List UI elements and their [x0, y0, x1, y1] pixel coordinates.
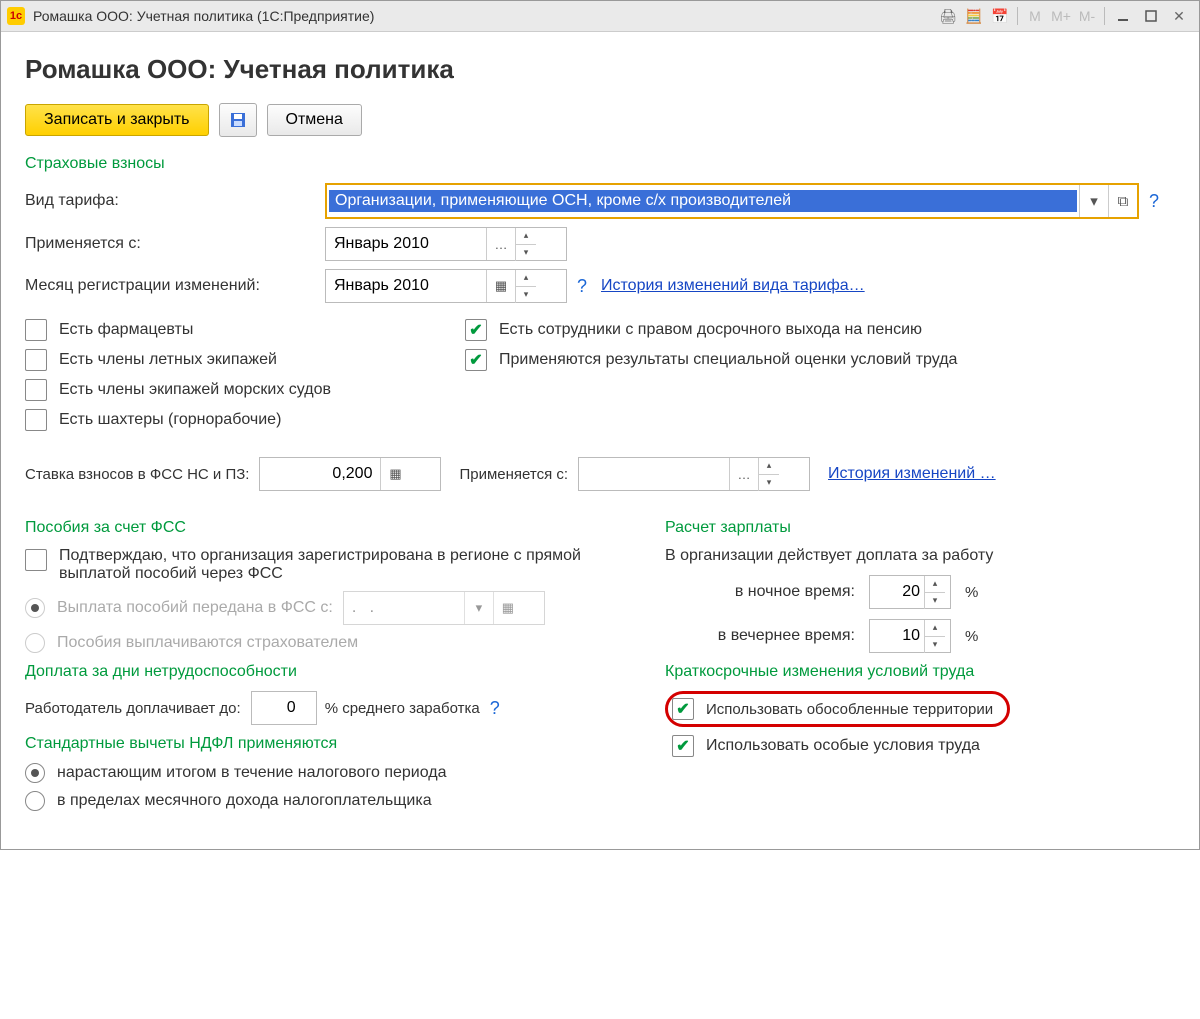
fss-rate-field[interactable]: ▦	[259, 457, 441, 491]
floppy-icon	[229, 111, 247, 129]
calendar-pick-icon: ▦	[493, 592, 522, 624]
fss-history-link[interactable]: История изменений …	[828, 465, 996, 483]
tariff-history-link[interactable]: История изменений вида тарифа…	[601, 277, 865, 295]
cancel-button[interactable]: Отмена	[267, 104, 362, 136]
conditions-checkbox[interactable]	[672, 735, 694, 757]
ndfl-opt1-radio[interactable]	[25, 763, 45, 783]
special-assessment-label: Применяются результаты специальной оценк…	[499, 351, 957, 369]
conditions-label: Использовать особые условия труда	[706, 737, 980, 755]
benefits-insurer-radio	[25, 633, 45, 653]
flight-crew-checkbox[interactable]	[25, 349, 47, 371]
benefits-confirm-checkbox[interactable]	[25, 549, 47, 571]
ship-crew-label: Есть члены экипажей морских судов	[59, 381, 331, 399]
reg-month-input[interactable]	[326, 270, 486, 302]
calendar-icon[interactable]: 📅	[989, 6, 1011, 26]
fss-rate-label: Ставка взносов в ФСС НС и ПЗ:	[25, 466, 249, 483]
dropdown-icon[interactable]: ▾	[1079, 185, 1108, 217]
ship-crew-checkbox[interactable]	[25, 379, 47, 401]
reg-month-field[interactable]: ▦ ▴▾	[325, 269, 567, 303]
help-icon[interactable]: ?	[490, 698, 500, 719]
minimize-icon[interactable]	[1111, 5, 1135, 27]
close-icon[interactable]: ✕	[1167, 5, 1191, 27]
ndfl-opt1-label: нарастающим итогом в течение налогового …	[57, 764, 447, 782]
m-icon: M	[1024, 6, 1046, 26]
titlebar: 1c Ромашка ООО: Учетная политика (1С:Пре…	[1, 1, 1199, 32]
applies-from-input[interactable]	[326, 228, 486, 260]
spinner-icon[interactable]: ▴▾	[515, 270, 536, 303]
salary-section-title: Расчет зарплаты	[665, 519, 1175, 537]
calculator-icon[interactable]: 🧮	[963, 6, 985, 26]
fss-applies-from-label: Применяется с:	[459, 466, 568, 483]
spinner-icon[interactable]: ▴▾	[924, 576, 945, 609]
m-plus-icon: M+	[1050, 6, 1072, 26]
fss-rate-input[interactable]	[260, 458, 380, 490]
spinner-icon[interactable]: ▴▾	[758, 458, 779, 491]
territories-checkbox[interactable]	[672, 698, 694, 720]
ellipsis-icon[interactable]: …	[486, 228, 515, 260]
benefits-confirm-label: Подтверждаю, что организация зарегистрир…	[59, 547, 599, 583]
m-minus-icon: M-	[1076, 6, 1098, 26]
special-assessment-checkbox[interactable]	[465, 349, 487, 371]
pct-label: %	[965, 628, 978, 645]
sickpay-section-title: Доплата за дни нетрудоспособности	[25, 663, 625, 681]
applies-from-field[interactable]: … ▴▾	[325, 227, 567, 261]
early-pension-checkbox[interactable]	[465, 319, 487, 341]
benefits-transfer-label: Выплата пособий передана в ФСС с:	[57, 599, 333, 617]
pct-label: %	[965, 584, 978, 601]
tariff-select[interactable]: Организации, применяющие ОСН, кроме с/х …	[325, 183, 1139, 219]
night-input[interactable]	[870, 583, 924, 601]
ndfl-opt2-radio[interactable]	[25, 791, 45, 811]
calendar-pick-icon[interactable]: ▦	[486, 270, 515, 302]
benefits-transfer-radio	[25, 598, 45, 618]
miners-checkbox[interactable]	[25, 409, 47, 431]
ndfl-section-title: Стандартные вычеты НДФЛ применяются	[25, 735, 625, 753]
salary-intro: В организации действует доплата за работ…	[665, 547, 1175, 565]
evening-input[interactable]	[870, 627, 924, 645]
benefits-section-title: Пособия за счет ФСС	[25, 519, 625, 537]
maximize-icon[interactable]	[1139, 5, 1163, 27]
tariff-value: Организации, применяющие ОСН, кроме с/х …	[329, 190, 1077, 212]
sickpay-label: Работодатель доплачивает до:	[25, 700, 241, 717]
calc-icon[interactable]: ▦	[380, 458, 409, 490]
dropdown-icon: ▾	[464, 592, 493, 624]
sickpay-field[interactable]	[251, 691, 317, 725]
night-field[interactable]: ▴▾	[869, 575, 951, 609]
sickpay-input[interactable]	[252, 699, 300, 717]
evening-field[interactable]: ▴▾	[869, 619, 951, 653]
app-window: 1c Ромашка ООО: Учетная политика (1С:Пре…	[0, 0, 1200, 850]
pharmacists-label: Есть фармацевты	[59, 321, 193, 339]
print-icon[interactable]: 🖨	[937, 6, 959, 26]
ndfl-opt2-label: в пределах месячного дохода налогоплател…	[57, 792, 432, 810]
spinner-icon[interactable]: ▴▾	[924, 620, 945, 653]
fss-applies-from-input[interactable]	[579, 458, 729, 490]
miners-label: Есть шахтеры (горнорабочие)	[59, 411, 281, 429]
save-close-button[interactable]: Записать и закрыть	[25, 104, 209, 136]
pharmacists-checkbox[interactable]	[25, 319, 47, 341]
flight-crew-label: Есть члены летных экипажей	[59, 351, 277, 369]
benefits-transfer-date: ▾ ▦	[343, 591, 545, 625]
app-logo-icon: 1c	[7, 7, 25, 25]
territories-highlight: Использовать обособленные территории	[665, 691, 1010, 727]
benefits-insurer-label: Пособия выплачиваются страхователем	[57, 634, 358, 652]
ellipsis-icon[interactable]: …	[729, 458, 758, 490]
early-pension-label: Есть сотрудники с правом досрочного выхо…	[499, 321, 922, 339]
fss-applies-from-field[interactable]: … ▴▾	[578, 457, 810, 491]
help-icon[interactable]: ?	[577, 276, 587, 297]
save-button[interactable]	[219, 103, 257, 137]
page-title: Ромашка ООО: Учетная политика	[25, 54, 1175, 85]
territories-label: Использовать обособленные территории	[706, 701, 993, 718]
applies-from-label: Применяется с:	[25, 235, 325, 253]
sickpay-suffix: % среднего заработка	[325, 700, 480, 717]
open-icon[interactable]: ⧉	[1108, 185, 1137, 217]
tariff-label: Вид тарифа:	[25, 192, 325, 210]
reg-month-label: Месяц регистрации изменений:	[25, 277, 325, 295]
insurance-section-title: Страховые взносы	[25, 155, 1175, 173]
evening-label: в вечернее время:	[665, 627, 855, 645]
shortterm-section-title: Краткосрочные изменения условий труда	[665, 663, 1175, 681]
spinner-icon[interactable]: ▴▾	[515, 228, 536, 261]
window-title: Ромашка ООО: Учетная политика (1С:Предпр…	[33, 8, 374, 24]
help-icon[interactable]: ?	[1149, 191, 1159, 212]
night-label: в ночное время:	[665, 583, 855, 601]
